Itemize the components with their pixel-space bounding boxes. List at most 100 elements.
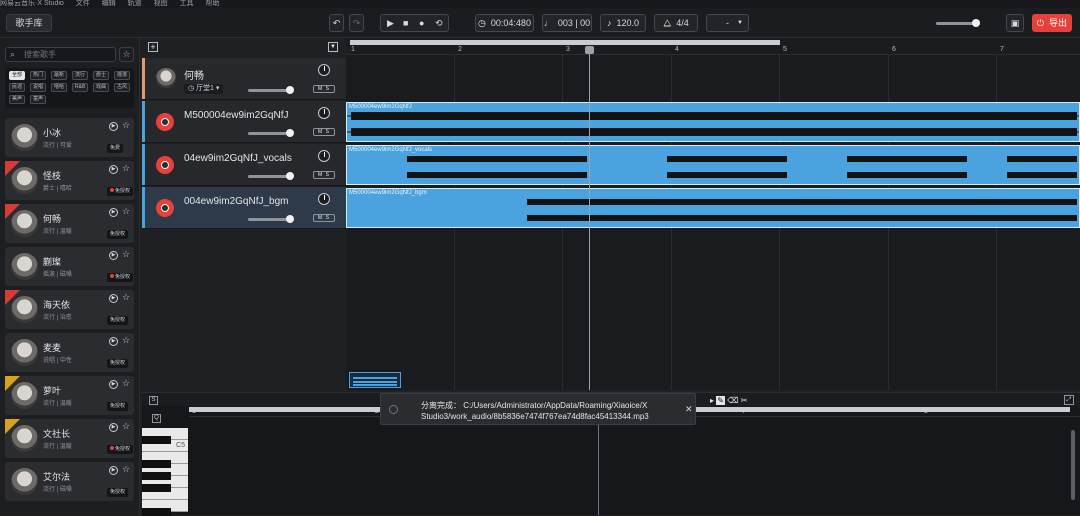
mute-solo-buttons[interactable]: M S bbox=[313, 128, 335, 136]
redo-button[interactable]: ↷ bbox=[349, 14, 364, 32]
audio-region[interactable]: M500004ew9im2GqNfJ bbox=[346, 102, 1080, 142]
tag-item[interactable]: R&B bbox=[72, 83, 89, 92]
play-icon[interactable]: ▶ bbox=[109, 165, 118, 174]
track-volume-slider[interactable] bbox=[248, 86, 294, 94]
play-icon[interactable]: ▶ bbox=[109, 337, 118, 346]
tag-item[interactable]: 美声 bbox=[9, 95, 26, 104]
menu-track[interactable]: 轨道 bbox=[128, 0, 142, 7]
singer-card[interactable]: 怪枝 爵士 | 嘻哈 ▶ ☆ 免授权 bbox=[5, 161, 134, 200]
mute-solo-buttons[interactable]: M S bbox=[313, 214, 335, 222]
play-icon[interactable]: ▶ bbox=[109, 380, 118, 389]
close-icon[interactable]: ✕ bbox=[685, 404, 693, 415]
menu-edit[interactable]: 编辑 bbox=[102, 0, 116, 7]
fullscreen-button[interactable]: ⤢ bbox=[1064, 395, 1074, 405]
undo-button[interactable]: ↶ bbox=[329, 14, 344, 32]
playhead[interactable] bbox=[589, 48, 590, 390]
pencil-icon[interactable]: ✎ bbox=[716, 396, 725, 405]
track-name[interactable]: 004ew9im2GqNfJ_bgm bbox=[184, 196, 289, 207]
menu-view[interactable]: 视图 bbox=[154, 0, 168, 7]
collapse-tracks-button[interactable]: ▼ bbox=[328, 42, 338, 52]
tempo-field[interactable]: ♪ 120.0 bbox=[600, 14, 646, 32]
pan-knob[interactable] bbox=[318, 107, 330, 119]
key-select[interactable]: - ▼ bbox=[706, 14, 749, 32]
overview-minimap[interactable] bbox=[349, 372, 401, 388]
pan-knob[interactable] bbox=[318, 193, 330, 205]
star-icon[interactable]: ☆ bbox=[122, 464, 130, 475]
tag-item[interactable]: 全部 bbox=[9, 71, 26, 80]
star-icon[interactable]: ☆ bbox=[122, 292, 130, 303]
loop-icon[interactable]: ⟲ bbox=[435, 15, 443, 31]
track-volume-slider[interactable] bbox=[248, 215, 294, 223]
piano-black-key[interactable] bbox=[142, 460, 171, 468]
scissors-icon[interactable]: ✂ bbox=[741, 396, 748, 405]
track-header-audio-selected[interactable]: 004ew9im2GqNfJ_bgm M S bbox=[142, 187, 346, 229]
vertical-scrollbar[interactable] bbox=[1071, 430, 1075, 500]
eraser-icon[interactable]: ⌫ bbox=[727, 396, 738, 405]
tag-item[interactable]: 童声 bbox=[30, 95, 47, 104]
menu-help[interactable]: 帮助 bbox=[206, 0, 220, 7]
tag-item[interactable]: 戏曲 bbox=[93, 83, 110, 92]
loop-range[interactable] bbox=[350, 40, 780, 45]
singer-card[interactable]: 蒯璨 摇滚 | 磁嗓 ▶ ☆ 免授权 bbox=[5, 247, 134, 286]
menu-file[interactable]: 文件 bbox=[76, 0, 90, 7]
master-volume-handle[interactable] bbox=[972, 19, 980, 27]
tag-item[interactable]: 民谣 bbox=[9, 83, 26, 92]
singer-card[interactable]: 艾尔法 流行 | 磁嗓 ▶ ☆ 免授权 bbox=[5, 462, 134, 501]
search-input[interactable]: ⌕ 搜索歌手 bbox=[5, 47, 116, 62]
star-icon[interactable]: ☆ bbox=[122, 120, 130, 131]
track-name[interactable]: M500004ew9im2GqNfJ bbox=[184, 110, 289, 121]
reverb-preset-select[interactable]: ◷ 厅堂1 ▾ bbox=[184, 84, 224, 94]
tag-item[interactable]: 流行 bbox=[72, 71, 89, 80]
track-volume-slider[interactable] bbox=[248, 129, 294, 137]
tag-item[interactable]: 热门 bbox=[30, 71, 47, 80]
track-name[interactable]: 何畅 bbox=[184, 67, 204, 82]
star-icon[interactable]: ☆ bbox=[122, 378, 130, 389]
star-icon[interactable]: ☆ bbox=[122, 249, 130, 260]
track-volume-slider[interactable] bbox=[248, 172, 294, 180]
tag-item[interactable]: 最新 bbox=[51, 71, 68, 80]
play-icon[interactable]: ▶ bbox=[109, 122, 118, 131]
piano-black-key[interactable] bbox=[142, 484, 171, 492]
singer-card[interactable]: 海天依 流行 | 治愈 ▶ ☆ 免授权 bbox=[5, 290, 134, 329]
star-icon[interactable]: ☆ bbox=[122, 335, 130, 346]
pointer-icon[interactable]: ▸ bbox=[710, 396, 714, 405]
mute-solo-buttons[interactable]: M S bbox=[313, 171, 335, 179]
singer-card[interactable]: 萝叶 流行 | 温暖 ▶ ☆ 免授权 bbox=[5, 376, 134, 415]
menu-tools[interactable]: 工具 bbox=[180, 0, 194, 7]
time-signature-field[interactable]: ⧋ 4/4 bbox=[654, 14, 698, 32]
track-name[interactable]: 04ew9im2GqNfJ_vocals bbox=[184, 153, 292, 164]
play-icon[interactable]: ▶ bbox=[109, 423, 118, 432]
play-icon[interactable]: ▶ bbox=[109, 294, 118, 303]
singer-card[interactable]: 文社长 流行 | 温暖 ▶ ☆ 免授权 bbox=[5, 419, 134, 458]
play-icon[interactable]: ▶ bbox=[387, 15, 394, 31]
play-icon[interactable]: ▶ bbox=[109, 466, 118, 475]
track-header-audio[interactable]: M500004ew9im2GqNfJ M S bbox=[142, 101, 346, 143]
star-icon[interactable]: ☆ bbox=[122, 206, 130, 217]
tag-item[interactable]: 古风 bbox=[114, 83, 131, 92]
play-icon[interactable]: ▶ bbox=[109, 251, 118, 260]
star-icon[interactable]: ☆ bbox=[122, 421, 130, 432]
pan-knob[interactable] bbox=[318, 64, 330, 76]
singer-card[interactable]: 何畅 流行 | 温暖 ▶ ☆ 免授权 bbox=[5, 204, 134, 243]
tag-item[interactable]: 说唱 bbox=[30, 83, 47, 92]
favorites-button[interactable]: ☆ bbox=[119, 47, 134, 62]
piano-black-key[interactable] bbox=[142, 436, 171, 444]
snap-button[interactable]: S bbox=[149, 396, 158, 405]
export-button[interactable]: ⏻ 导出 bbox=[1032, 14, 1072, 32]
quantize-button[interactable]: Q bbox=[152, 414, 161, 423]
add-track-button[interactable]: + bbox=[148, 42, 158, 52]
singer-card[interactable]: 麦麦 说唱 | 中性 ▶ ☆ 免授权 bbox=[5, 333, 134, 372]
singer-card[interactable]: 小冰 流行 | 可爱 ▶ ☆ 免费 bbox=[5, 118, 134, 157]
tag-item[interactable]: 爵士 bbox=[93, 71, 110, 80]
tag-item[interactable]: 嘻哈 bbox=[51, 83, 68, 92]
piano-black-key[interactable] bbox=[142, 472, 171, 480]
record-icon[interactable]: ● bbox=[419, 15, 424, 31]
star-icon[interactable]: ☆ bbox=[122, 163, 130, 174]
track-header-audio[interactable]: 04ew9im2GqNfJ_vocals M S bbox=[142, 144, 346, 186]
pan-knob[interactable] bbox=[318, 150, 330, 162]
folder-button[interactable]: ▣ bbox=[1006, 14, 1024, 32]
audio-region[interactable]: M500004ew9im2GqNfJ_vocals bbox=[346, 145, 1080, 185]
audio-region-selected[interactable]: M500004ew9im2GqNfJ_bgm bbox=[346, 188, 1080, 228]
stop-icon[interactable]: ■ bbox=[403, 15, 408, 31]
play-icon[interactable]: ▶ bbox=[109, 208, 118, 217]
